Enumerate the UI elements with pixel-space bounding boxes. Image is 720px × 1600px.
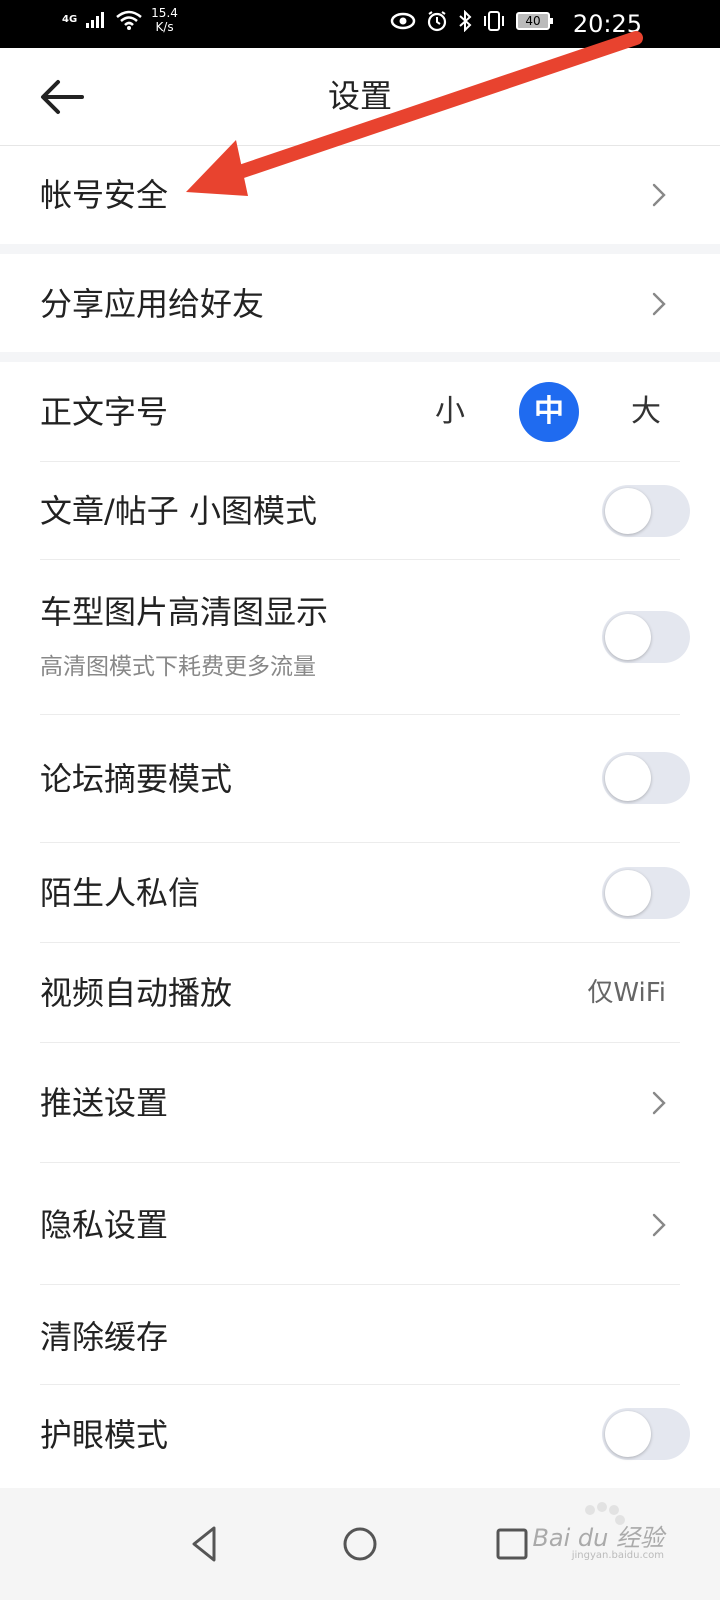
row-label: 帐号安全 — [40, 176, 169, 214]
row-label: 视频自动播放 — [40, 974, 233, 1012]
chevron-right-icon — [652, 1213, 666, 1237]
chevron-right-icon — [652, 1091, 666, 1115]
battery-level: 40 — [525, 14, 541, 28]
status-bar: 4G 15.4 K/s 40 20:25 — [0, 0, 720, 48]
page-title: 设置 — [327, 77, 392, 115]
toggle-knob — [605, 1411, 651, 1457]
toggle-knob — [605, 755, 651, 801]
settings-item-privacy-settings[interactable]: 隐私设置 — [0, 1163, 720, 1285]
font-size-small-option[interactable]: 小 — [420, 382, 480, 442]
hd-images-toggle[interactable] — [602, 611, 690, 663]
settings-item-eye-care: 护眼模式 — [0, 1385, 720, 1488]
settings-item-account-security[interactable]: 帐号安全 — [0, 146, 720, 244]
speed-value: 15.4 — [151, 6, 178, 20]
bluetooth-icon — [459, 10, 472, 32]
row-label: 推送设置 — [40, 1084, 169, 1122]
section-gap — [0, 244, 720, 254]
speed-unit: K/s — [155, 20, 174, 34]
row-label: 清除缓存 — [40, 1318, 169, 1356]
forum-summary-toggle[interactable] — [602, 752, 690, 804]
nav-home-icon[interactable] — [334, 1518, 386, 1570]
row-label: 文章/帖子 小图模式 — [40, 492, 317, 530]
watermark-brand: Bai du 经验 — [532, 1524, 664, 1552]
settings-item-video-autoplay[interactable]: 视频自动播放 仅WiFi — [0, 943, 720, 1043]
settings-item-font-size: 正文字号 小 中 大 — [0, 362, 720, 462]
alarm-icon — [427, 11, 447, 32]
clock: 20:25 — [572, 10, 642, 38]
small-image-mode-toggle[interactable] — [602, 485, 690, 537]
row-label: 陌生人私信 — [40, 874, 201, 912]
watermark-url: jingyan.baidu.com — [571, 1550, 664, 1561]
wifi-icon — [116, 10, 142, 30]
settings-item-share-app[interactable]: 分享应用给好友 — [0, 254, 720, 352]
toggle-knob — [605, 870, 651, 916]
settings-item-clear-cache[interactable]: 清除缓存 — [0, 1285, 720, 1385]
toggle-knob — [605, 488, 651, 534]
nav-back-icon[interactable] — [180, 1518, 232, 1570]
signal-icon — [86, 12, 105, 28]
video-autoplay-value: 仅WiFi — [587, 978, 666, 1008]
network-type: 4G — [62, 14, 78, 25]
section-gap — [0, 352, 720, 362]
stranger-dm-toggle[interactable] — [602, 867, 690, 919]
row-label: 车型图片高清图显示 — [40, 593, 329, 631]
row-label: 正文字号 — [40, 393, 169, 431]
settings-item-hd-images: 车型图片高清图显示 高清图模式下耗费更多流量 — [0, 560, 720, 715]
status-icons: 40 — [390, 10, 553, 32]
settings-item-stranger-dm: 陌生人私信 — [0, 843, 720, 943]
toggle-knob — [605, 614, 651, 660]
row-label: 分享应用给好友 — [40, 285, 265, 323]
settings-item-push-settings[interactable]: 推送设置 — [0, 1043, 720, 1163]
status-left: 4G 15.4 K/s — [62, 6, 178, 34]
eye-icon — [390, 12, 416, 30]
settings-item-forum-summary: 论坛摘要模式 — [0, 715, 720, 843]
row-label: 护眼模式 — [40, 1416, 169, 1454]
chevron-right-icon — [652, 183, 666, 207]
chevron-right-icon — [652, 292, 666, 316]
settings-item-small-image-mode: 文章/帖子 小图模式 — [0, 462, 720, 560]
eye-care-toggle[interactable] — [602, 1408, 690, 1460]
row-label: 论坛摘要模式 — [40, 760, 233, 798]
vibrate-icon — [484, 11, 504, 31]
font-size-medium-option[interactable]: 中 — [519, 382, 579, 442]
battery-icon: 40 — [516, 12, 553, 30]
app-header: 设置 — [0, 48, 720, 146]
row-subtitle: 高清图模式下耗费更多流量 — [40, 654, 316, 680]
row-label: 隐私设置 — [40, 1206, 169, 1244]
font-size-large-option[interactable]: 大 — [616, 382, 676, 442]
network-speed: 15.4 K/s — [151, 6, 178, 34]
